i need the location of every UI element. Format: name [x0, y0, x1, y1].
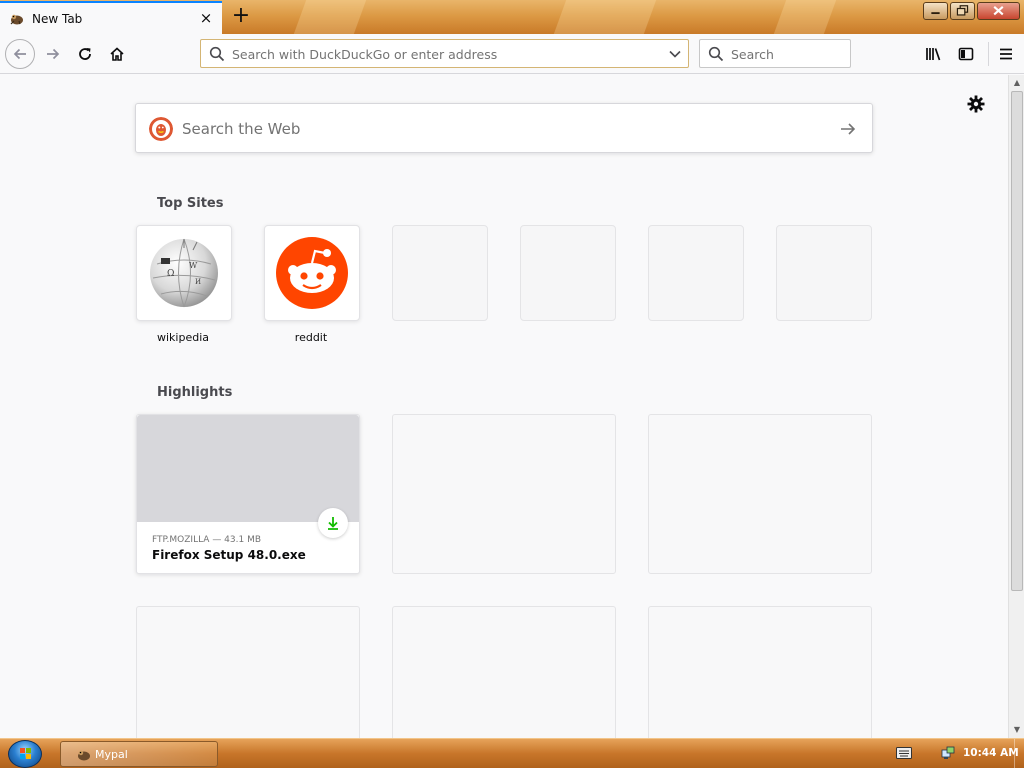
reload-button[interactable]	[70, 39, 100, 69]
svg-text:Ω: Ω	[167, 269, 174, 279]
network-icon[interactable]	[940, 745, 956, 761]
top-site-tile-reddit[interactable]	[264, 225, 360, 321]
minimize-icon	[931, 12, 940, 15]
tab-new-tab[interactable]: New Tab ×	[0, 1, 222, 34]
mypal-app-icon	[78, 750, 90, 761]
close-window-button[interactable]	[977, 2, 1020, 20]
close-icon	[993, 6, 1004, 16]
hamburger-menu-icon	[1000, 48, 1012, 60]
highlight-card-empty	[392, 606, 616, 738]
top-site-tile-empty[interactable]	[392, 225, 488, 321]
svg-text:W: W	[189, 261, 198, 270]
minimize-button[interactable]	[923, 2, 948, 20]
reddit-alien-icon	[276, 237, 348, 309]
download-icon	[328, 517, 338, 530]
top-site-tile-wikipedia[interactable]: Ω W И	[136, 225, 232, 321]
forward-button[interactable]	[38, 39, 68, 69]
top-site-label: wikipedia	[156, 331, 209, 344]
title-bar: New Tab × +	[0, 0, 1024, 34]
highlight-card-empty	[136, 606, 360, 738]
keyboard-icon[interactable]	[896, 747, 912, 759]
download-badge	[318, 508, 348, 538]
new-tab-page: Search the Web Top Sites Ω W И wikipedia…	[0, 75, 1008, 738]
highlight-thumbnail	[137, 415, 359, 522]
search-icon	[708, 46, 724, 62]
background-streak	[293, 0, 367, 34]
search-submit-arrow-icon[interactable]	[838, 119, 858, 139]
scrollbar-thumb[interactable]	[1011, 91, 1023, 591]
taskbar-item-mypal[interactable]: Mypal	[60, 741, 218, 767]
sidebar-icon	[958, 47, 974, 61]
home-button[interactable]	[102, 39, 132, 69]
web-search-box[interactable]: Search the Web	[135, 103, 873, 153]
mypal-favicon-icon	[10, 14, 23, 24]
navigation-toolbar: Search with DuckDuckGo or enter address …	[0, 34, 1024, 74]
show-desktop-button[interactable]	[1014, 739, 1024, 768]
scroll-down-arrow-icon[interactable]: ▼	[1012, 725, 1022, 734]
new-tab-button[interactable]: +	[231, 5, 251, 27]
wikipedia-globe-icon: Ω W И	[150, 238, 218, 308]
home-icon	[110, 47, 124, 61]
background-streak	[773, 0, 837, 34]
toolbar-separator	[988, 42, 989, 66]
highlight-card-empty	[392, 414, 616, 574]
url-bar-placeholder: Search with DuckDuckGo or enter address	[232, 47, 498, 62]
sidebar-toggle-button[interactable]	[951, 39, 981, 69]
top-site-tile-empty[interactable]	[776, 225, 872, 321]
top-site-tile-empty[interactable]	[648, 225, 744, 321]
highlight-card-empty	[648, 414, 872, 574]
highlight-title: Firefox Setup 48.0.exe	[152, 548, 306, 562]
reload-icon	[79, 48, 91, 60]
tab-title: New Tab	[32, 11, 83, 26]
duckduckgo-icon	[149, 117, 173, 141]
back-button-ring	[5, 39, 35, 69]
top-site-label: reddit	[294, 331, 328, 344]
search-icon	[209, 46, 225, 62]
url-bar[interactable]: Search with DuckDuckGo or enter address	[200, 39, 689, 68]
search-bar-placeholder: Search	[731, 47, 774, 62]
taskbar-clock[interactable]: 10:44 AM	[963, 747, 1019, 759]
window-controls	[923, 2, 1020, 20]
taskbar-item-label: Mypal	[95, 748, 128, 761]
web-search-placeholder: Search the Web	[182, 120, 301, 138]
search-bar[interactable]: Search	[699, 39, 851, 68]
top-site-tile-empty[interactable]	[520, 225, 616, 321]
scroll-up-arrow-icon[interactable]: ▲	[1012, 78, 1022, 87]
highlight-card[interactable]: FTP.MOZILLA — 43.1 MB Firefox Setup 48.0…	[136, 414, 360, 574]
url-history-dropdown-icon[interactable]	[668, 47, 682, 61]
gear-icon[interactable]	[966, 94, 986, 114]
highlights-heading: Highlights	[157, 385, 233, 400]
library-icon	[926, 48, 941, 61]
highlight-card-empty	[648, 606, 872, 738]
library-button[interactable]	[919, 39, 949, 69]
back-button[interactable]	[5, 39, 35, 69]
windows-logo-icon	[20, 748, 31, 759]
tab-close-icon[interactable]: ×	[198, 10, 214, 26]
back-arrow-icon	[13, 48, 26, 60]
restore-button[interactable]	[950, 2, 975, 20]
forward-arrow-icon	[47, 48, 60, 60]
highlight-meta: FTP.MOZILLA — 43.1 MB	[152, 535, 262, 545]
start-button[interactable]	[8, 740, 42, 768]
main-menu-button[interactable]	[991, 39, 1021, 69]
svg-text:И: И	[195, 278, 201, 286]
vertical-scrollbar[interactable]: ▲ ▼	[1008, 75, 1024, 738]
top-sites-heading: Top Sites	[157, 196, 224, 211]
background-streak	[553, 0, 657, 34]
taskbar: Mypal 10:44 AM	[0, 738, 1024, 768]
restore-icon	[956, 5, 969, 16]
